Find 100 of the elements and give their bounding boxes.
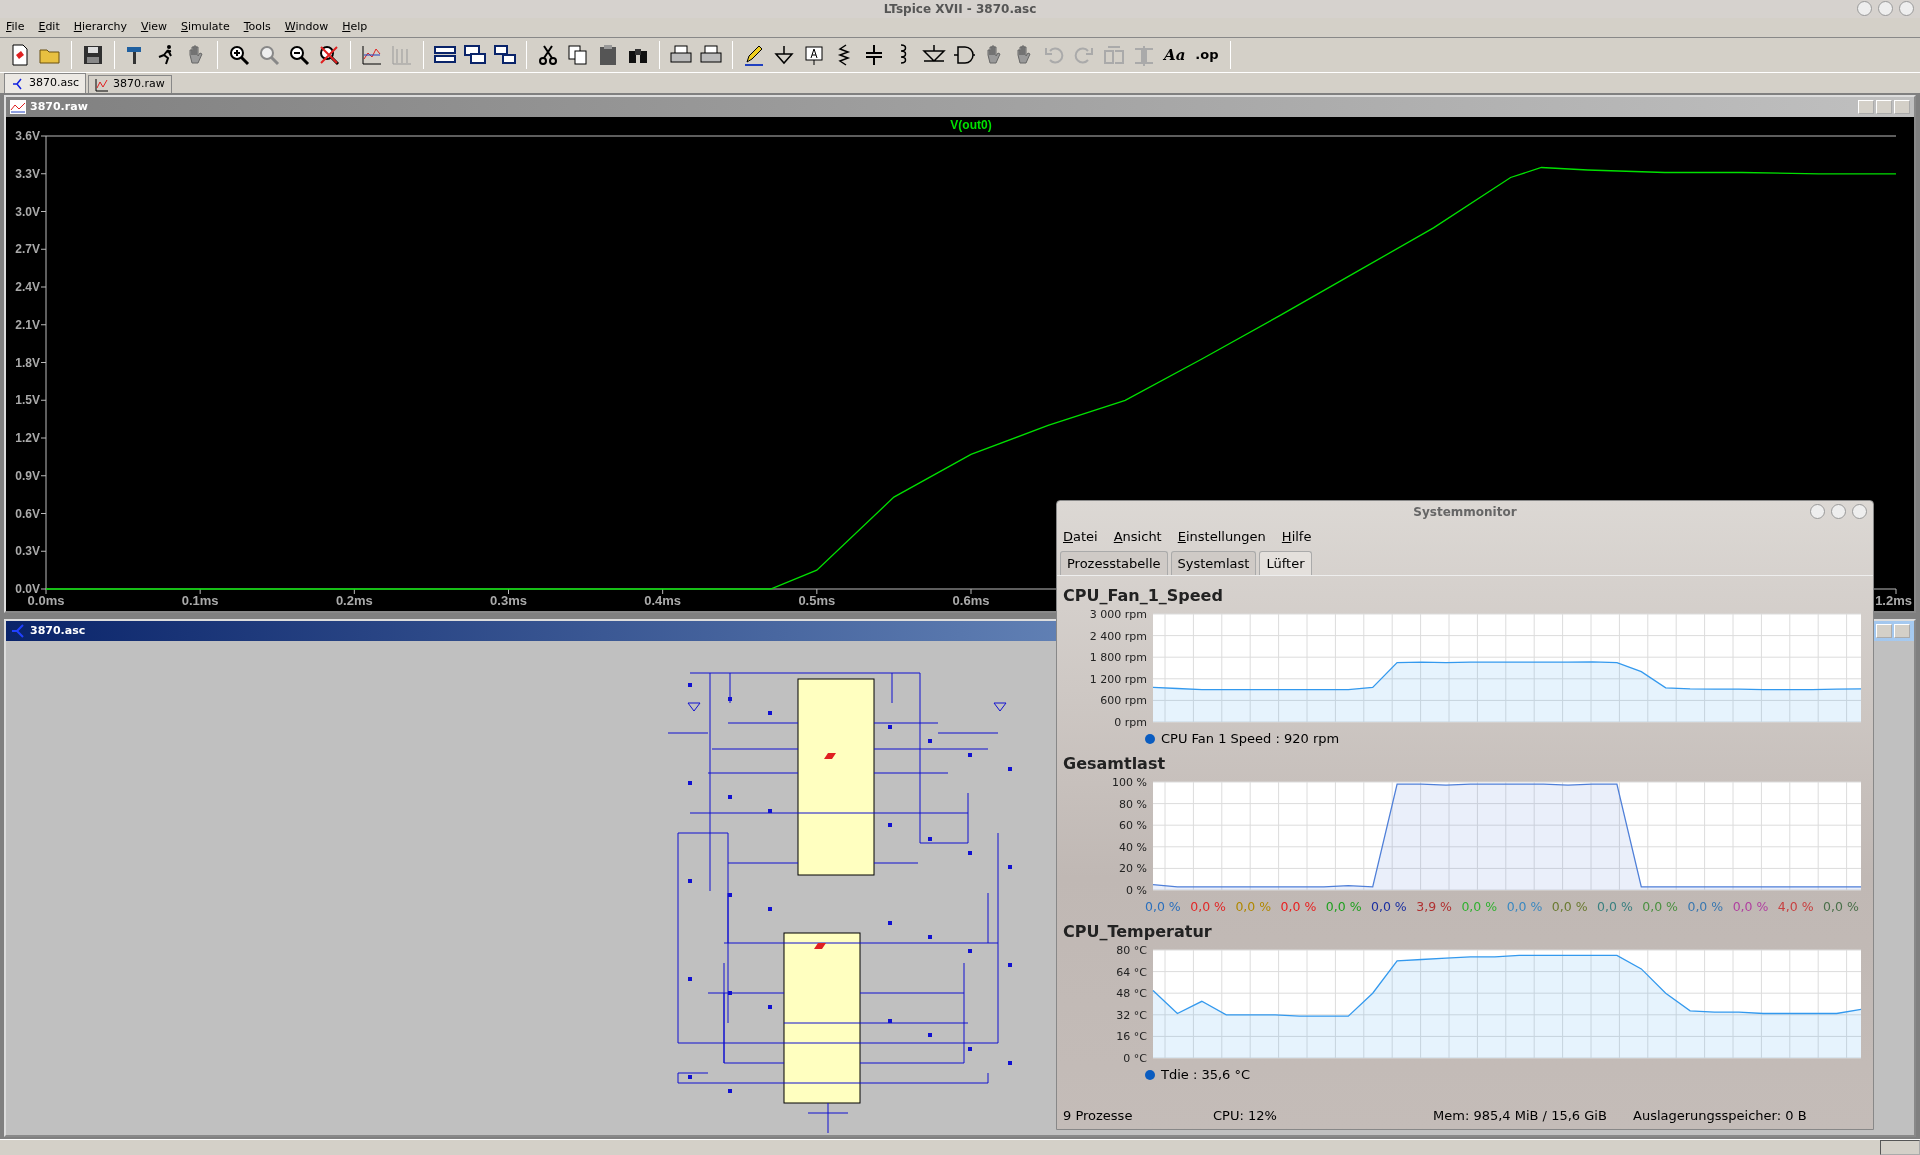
axis-label: 0 °C <box>1123 1052 1147 1064</box>
axis-label: 0.1ms <box>181 593 219 608</box>
legend-text: CPU Fan 1 Speed : 920 rpm <box>1161 730 1340 749</box>
axis-label: 0.5ms <box>798 593 836 608</box>
axis-label: 0.6V <box>15 506 40 521</box>
legend-value: 0,0 % <box>1461 897 1498 916</box>
menu-item[interactable]: Hilfe <box>1281 527 1312 547</box>
axis-label: 1.5V <box>15 393 40 408</box>
toolbar-button[interactable]: .op <box>1193 45 1221 65</box>
menu-item[interactable]: Hierarchy <box>73 19 127 36</box>
schematic-icon <box>10 624 26 638</box>
axis-label: 0.0V <box>15 582 40 596</box>
legend-text: Tdie : 35,6 °C <box>1161 1066 1251 1085</box>
window-title: 3870.raw <box>30 98 88 115</box>
status-text: Mem: 985,4 MiB / 15,6 GiB <box>1433 1106 1608 1125</box>
axis-label: 80 % <box>1119 797 1147 811</box>
legend-value: 4,0 % <box>1777 897 1814 916</box>
pencil-icon[interactable] <box>742 43 766 67</box>
axis-label: 2.1V <box>15 317 40 332</box>
tab[interactable]: Lüfter <box>1259 550 1312 575</box>
legend-value: 0,0 % <box>1371 897 1407 916</box>
legend-value: 0,0 % <box>1235 897 1272 916</box>
axis-label: 16 °C <box>1116 1030 1147 1044</box>
menu-item[interactable]: File <box>6 19 25 36</box>
axis-label: 0.3V <box>15 544 40 559</box>
waveform-icon[interactable] <box>360 43 384 67</box>
waveform-icon <box>10 100 26 114</box>
zoom-in-icon[interactable] <box>227 43 251 67</box>
tab[interactable]: Systemlast <box>1170 550 1257 575</box>
magnifier-icon[interactable] <box>257 43 281 67</box>
window-title: Systemmonitor <box>1413 504 1517 521</box>
axis-label: 0 % <box>1126 884 1147 896</box>
legend-value: 0,0 % <box>1506 897 1543 916</box>
legend-value: 0,0 % <box>1551 897 1588 916</box>
magnifier-cross-icon[interactable] <box>317 43 341 67</box>
axis-label: 1 200 rpm <box>1089 672 1147 686</box>
menu-item[interactable]: Einstellungen <box>1177 527 1266 547</box>
legend-value: 0,0 % <box>1642 897 1678 916</box>
menu-item[interactable]: View <box>140 19 168 36</box>
ground-icon[interactable] <box>772 43 796 67</box>
waveform-icon <box>95 77 109 92</box>
status-text: Auslagerungsspeicher: 0 B <box>1633 1106 1807 1125</box>
legend-value: 0,0 % <box>1823 897 1859 916</box>
axis-label: 60 % <box>1119 819 1147 833</box>
menu-item[interactable]: Datei <box>1063 527 1098 547</box>
scissors-icon[interactable] <box>536 43 560 67</box>
axis-label: 80 °C <box>1116 944 1147 957</box>
cascade-windows-icon[interactable] <box>463 43 487 67</box>
axis-label: 1 800 rpm <box>1089 651 1147 665</box>
menu-item[interactable]: Help <box>342 19 368 36</box>
axis-label: 1.2V <box>15 431 40 445</box>
axis-label: 2.7V <box>15 242 40 257</box>
tab[interactable]: Prozesstabelle <box>1060 550 1168 575</box>
status-text: CPU: 12% <box>1213 1106 1278 1125</box>
zoom-out-icon[interactable] <box>287 43 311 67</box>
menu-item[interactable]: Edit <box>38 19 60 36</box>
menu-item[interactable]: Tools <box>243 19 271 36</box>
axis-label: 100 % <box>1112 776 1147 789</box>
axis-label: 0.2ms <box>335 593 373 608</box>
status-text: 9 Prozesse <box>1063 1106 1134 1125</box>
chart-title: CPU_Temperatur <box>1063 921 1213 943</box>
axis-label: 1.8V <box>15 355 40 370</box>
document-tab[interactable]: 3870.raw <box>88 75 172 93</box>
status-panel <box>1880 1140 1920 1155</box>
axis-label: 600 rpm <box>1100 694 1147 708</box>
legend-value: 0,0 % <box>1145 897 1181 916</box>
window-title: LTspice XVII - 3870.asc <box>883 1 1037 18</box>
axis-label: 20 % <box>1119 862 1147 876</box>
axis-label: 3.3V <box>15 166 40 181</box>
axis-label: 1.2ms <box>1875 593 1912 608</box>
windows-icon[interactable] <box>493 43 517 67</box>
menu-item[interactable]: Window <box>284 19 329 36</box>
label-icon[interactable] <box>802 43 826 67</box>
legend-value: 0,0 % <box>1325 897 1362 916</box>
axis-label: 64 °C <box>1116 965 1147 979</box>
legend-value: 0,0 % <box>1687 897 1724 916</box>
chart-title: V(out0) <box>950 118 992 132</box>
schematic-icon <box>11 76 25 91</box>
chart-title: Gesamtlast <box>1063 753 1167 775</box>
menu-item[interactable]: Ansicht <box>1113 527 1162 547</box>
toolbar-button[interactable]: Aa <box>1162 43 1188 67</box>
axis-label: 0.4ms <box>644 593 682 608</box>
legend-value: 0,0 % <box>1280 897 1317 916</box>
axis-label: 32 °C <box>1116 1008 1147 1022</box>
axis-label: 0.0ms <box>27 593 65 608</box>
gate-icon[interactable] <box>952 43 976 67</box>
copy-icon[interactable] <box>566 43 590 67</box>
axis-label: 0.9V <box>15 468 40 483</box>
axis-label: 2 400 rpm <box>1089 629 1147 643</box>
legend-value: 0,0 % <box>1597 897 1633 916</box>
axis-label: 3 000 rpm <box>1089 608 1147 621</box>
menu-item[interactable]: Simulate <box>181 19 230 36</box>
window-title: 3870.asc <box>30 622 86 639</box>
axis-label: 3.0V <box>15 204 40 219</box>
axis-label: 0 rpm <box>1114 716 1147 728</box>
chart-title: CPU_Fan_1_Speed <box>1063 585 1224 607</box>
axis-label: 2.4V <box>15 280 40 294</box>
document-tab[interactable]: 3870.asc <box>4 73 86 93</box>
axis-label: 0.6ms <box>952 593 990 608</box>
axis-label: 0.3ms <box>490 593 527 608</box>
